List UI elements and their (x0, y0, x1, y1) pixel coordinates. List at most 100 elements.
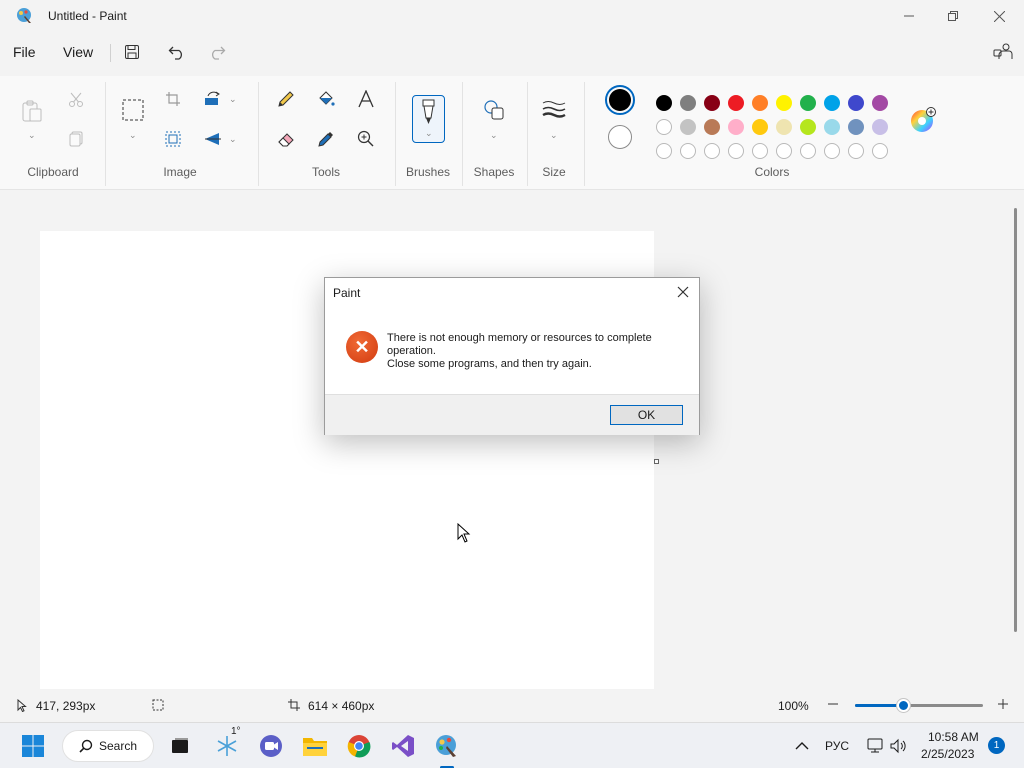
volume-button[interactable] (885, 732, 913, 760)
canvas-resize-handle[interactable] (654, 459, 659, 464)
resize-button[interactable] (161, 127, 185, 151)
start-button[interactable] (19, 732, 47, 760)
color-swatch[interactable] (800, 119, 816, 135)
close-button[interactable] (976, 0, 1022, 32)
secondary-color-button[interactable] (608, 125, 632, 149)
custom-color-slot[interactable] (872, 143, 888, 159)
input-language[interactable]: РУС (825, 739, 849, 753)
eraser-button[interactable] (274, 127, 298, 151)
save-button[interactable] (121, 41, 143, 63)
color-swatch[interactable] (728, 119, 744, 135)
color-swatch[interactable] (776, 95, 792, 111)
vertical-scrollbar[interactable] (1014, 208, 1017, 632)
rotate-chevron-icon[interactable]: ⌄ (229, 94, 237, 105)
flip-button[interactable] (201, 127, 225, 151)
zoom-slider-thumb[interactable] (897, 699, 910, 712)
rectangle-select-icon (122, 99, 144, 121)
undo-button[interactable] (166, 41, 188, 63)
custom-color-slot[interactable] (800, 143, 816, 159)
zoom-in-button[interactable] (996, 697, 1012, 713)
edit-colors-button[interactable] (910, 107, 936, 133)
snowflake-icon (217, 736, 237, 756)
select-button[interactable] (121, 98, 145, 122)
cut-button[interactable] (64, 88, 88, 112)
color-swatch[interactable] (872, 119, 888, 135)
color-swatch[interactable] (752, 119, 768, 135)
copy-icon (69, 131, 83, 147)
clock-date[interactable]: 2/25/2023 (921, 747, 974, 761)
error-icon: ✕ (346, 331, 378, 363)
color-swatch[interactable] (824, 119, 840, 135)
color-swatch[interactable] (656, 95, 672, 111)
teams-chat-button[interactable] (257, 732, 285, 760)
paint-taskbar-button[interactable] (433, 732, 461, 760)
dialog-close-button[interactable] (675, 284, 691, 300)
select-chevron-icon[interactable]: ⌄ (129, 130, 137, 141)
zoom-out-button[interactable] (826, 697, 842, 713)
show-hidden-icons-button[interactable] (788, 732, 816, 760)
zoom-level[interactable]: 100% (778, 699, 809, 713)
custom-color-slot[interactable] (704, 143, 720, 159)
shapes-icon (484, 100, 504, 120)
color-swatch[interactable] (848, 95, 864, 111)
color-swatch[interactable] (656, 119, 672, 135)
brushes-button[interactable]: ⌄ (412, 95, 445, 143)
primary-color-button[interactable] (605, 85, 635, 115)
visual-studio-button[interactable] (389, 732, 417, 760)
color-swatch[interactable] (728, 95, 744, 111)
ok-button[interactable]: OK (610, 405, 683, 425)
flip-chevron-icon[interactable]: ⌄ (229, 134, 237, 145)
paste-button[interactable] (20, 98, 44, 124)
color-swatch[interactable] (752, 95, 768, 111)
paste-chevron-icon[interactable]: ⌄ (28, 130, 36, 141)
pencil-button[interactable] (274, 87, 298, 111)
custom-color-slot[interactable] (824, 143, 840, 159)
clock-time[interactable]: 10:58 AM (928, 730, 979, 744)
custom-color-slot[interactable] (656, 143, 672, 159)
notification-badge[interactable]: 1 (988, 737, 1005, 754)
weather-widget[interactable]: 1° (213, 726, 241, 760)
custom-color-slot[interactable] (752, 143, 768, 159)
file-menu[interactable]: File (13, 44, 36, 60)
view-menu[interactable]: View (63, 44, 93, 60)
size-button[interactable] (542, 98, 566, 122)
copy-button[interactable] (64, 127, 88, 151)
color-swatch[interactable] (776, 119, 792, 135)
shapes-chevron-icon[interactable]: ⌄ (490, 130, 498, 141)
text-button[interactable] (354, 87, 378, 111)
custom-color-slot[interactable] (728, 143, 744, 159)
fill-button[interactable] (314, 87, 338, 111)
size-chevron-icon[interactable]: ⌄ (550, 130, 558, 141)
color-swatch[interactable] (704, 95, 720, 111)
color-swatch[interactable] (680, 95, 696, 111)
custom-color-slot[interactable] (680, 143, 696, 159)
redo-button[interactable] (206, 41, 228, 63)
chrome-button[interactable] (345, 732, 373, 760)
redo-icon (211, 46, 226, 60)
crop-button[interactable] (161, 87, 185, 111)
task-view-button[interactable] (166, 732, 194, 760)
dialog-message-line: operation. (387, 345, 436, 357)
custom-color-slot[interactable] (776, 143, 792, 159)
color-swatch[interactable] (848, 119, 864, 135)
custom-color-slot[interactable] (848, 143, 864, 159)
maximize-button[interactable] (930, 0, 976, 32)
color-swatch[interactable] (824, 95, 840, 111)
undo-icon (168, 46, 183, 60)
color-swatch[interactable] (800, 95, 816, 111)
ribbon-divider (258, 82, 259, 186)
color-swatch[interactable] (704, 119, 720, 135)
close-icon (677, 286, 689, 298)
color-swatch[interactable] (680, 119, 696, 135)
file-explorer-button[interactable] (301, 732, 329, 760)
color-swatch[interactable] (872, 95, 888, 111)
size-group-label: Size (542, 165, 566, 179)
magnifier-button[interactable] (354, 127, 378, 151)
color-picker-button[interactable] (314, 127, 338, 151)
shapes-button[interactable] (482, 98, 506, 122)
share-button[interactable] (993, 41, 1015, 63)
ribbon-divider (105, 82, 106, 186)
taskbar-search[interactable]: Search (62, 730, 154, 762)
minimize-button[interactable] (886, 0, 932, 32)
rotate-button[interactable] (201, 87, 225, 111)
